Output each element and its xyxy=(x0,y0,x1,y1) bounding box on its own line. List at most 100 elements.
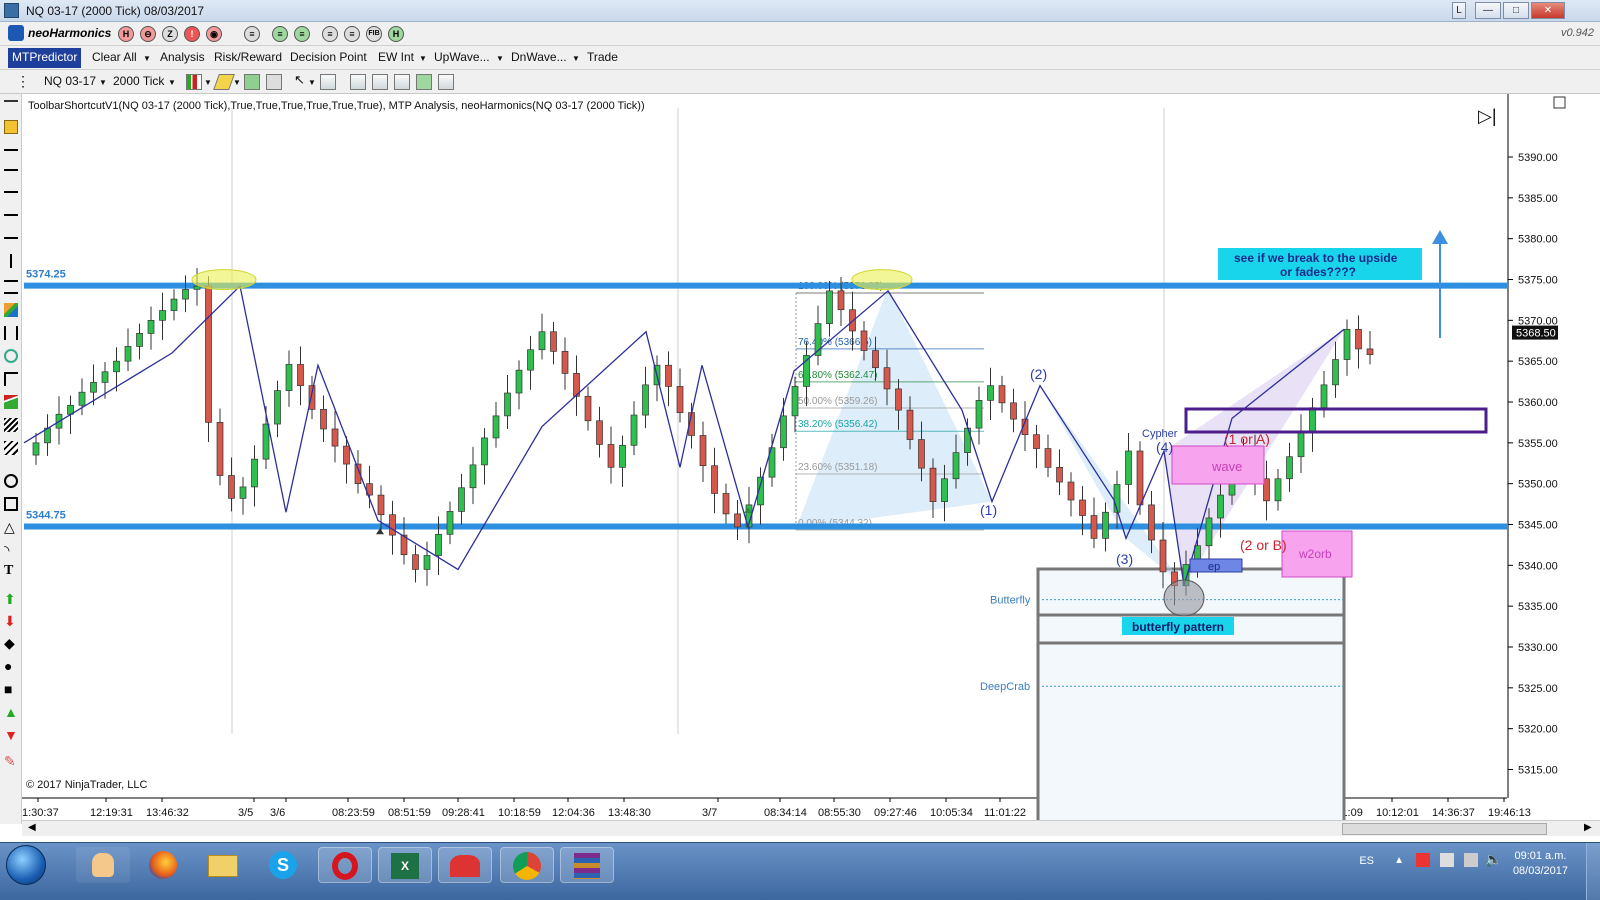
clear-all-dropdown-icon[interactable]: ▼ xyxy=(143,54,151,63)
chrome-icon[interactable] xyxy=(500,847,554,883)
instrument-selector[interactable]: NQ 03-17 xyxy=(44,74,96,88)
link-button[interactable]: L xyxy=(1452,2,1466,19)
tray-display-icon[interactable] xyxy=(1464,853,1478,867)
square-icon[interactable]: ■ xyxy=(4,682,18,696)
clear-all-menu[interactable]: Clear All xyxy=(92,50,137,64)
dnwave-menu[interactable]: DnWave... xyxy=(511,50,567,64)
triangle-up-icon[interactable]: ▲ xyxy=(4,705,18,719)
chart-canvas[interactable]: 5390.00 5385.00 5380.00 5375.00 5370.00 5365.… xyxy=(22,94,1600,824)
line-tool-icon[interactable] xyxy=(4,149,18,163)
scroll-right-icon[interactable]: ▶ xyxy=(1584,822,1592,833)
cursor-icon[interactable]: ↖ xyxy=(294,72,305,88)
indicators-icon[interactable] xyxy=(372,74,388,90)
text-tool-icon[interactable]: T xyxy=(4,564,18,578)
triangle-down-icon[interactable]: ▼ xyxy=(4,728,18,742)
ellipse-icon[interactable] xyxy=(4,474,18,488)
analysis-menu[interactable]: Analysis xyxy=(160,50,205,64)
price-chart[interactable]: 5390.00 5385.00 5380.00 5375.00 5370.00 5365.… xyxy=(22,94,1600,824)
arrow-down-icon[interactable]: ⬇ xyxy=(4,614,18,628)
minimize-button[interactable]: — xyxy=(1475,2,1501,19)
decision-point-menu[interactable]: Decision Point xyxy=(290,50,367,64)
dnwave-dropdown-icon[interactable]: ▼ xyxy=(572,54,580,63)
tool-grid-d-icon[interactable]: ≡ xyxy=(344,26,360,42)
firefox-icon[interactable] xyxy=(136,847,190,883)
tool-camera-icon[interactable]: ◉ xyxy=(206,26,222,42)
hand-app-icon[interactable] xyxy=(76,847,130,883)
trend-channel-icon[interactable] xyxy=(4,441,18,455)
ew-int-menu[interactable]: EW Int xyxy=(378,50,414,64)
ruler-icon[interactable] xyxy=(4,120,18,134)
chart-properties-icon[interactable] xyxy=(1553,96,1566,109)
vertical-line-icon[interactable] xyxy=(10,254,12,268)
diamond-icon[interactable]: ◆ xyxy=(4,636,18,650)
remove-drawings-icon[interactable]: ✎ xyxy=(4,754,18,768)
tool-grid-b-icon[interactable]: ≡ xyxy=(294,26,310,42)
opera-icon[interactable] xyxy=(318,847,372,883)
tool-grid-c-icon[interactable]: ≡ xyxy=(322,26,338,42)
file-explorer-icon[interactable] xyxy=(196,847,250,883)
skype-icon[interactable]: S xyxy=(256,847,310,883)
tool-h2-icon[interactable]: H xyxy=(388,26,404,42)
rectangle-icon[interactable] xyxy=(4,497,18,511)
tray-volume-icon[interactable]: 🔈 xyxy=(1485,851,1502,868)
dollar-icon[interactable] xyxy=(416,74,432,90)
winrar-icon[interactable] xyxy=(560,847,614,883)
trade-menu[interactable]: Trade xyxy=(587,50,618,64)
interval-dropdown-icon[interactable]: ▼ xyxy=(168,78,176,87)
gann-fan-icon[interactable] xyxy=(4,395,18,409)
cursor-dropdown-icon[interactable]: ▼ xyxy=(308,78,316,87)
draw-tool-a-icon[interactable] xyxy=(244,74,260,90)
properties-icon[interactable] xyxy=(350,74,366,90)
horizontal-line-icon[interactable] xyxy=(4,237,18,251)
tool-fib-icon[interactable]: FIB xyxy=(366,26,382,42)
triangle-icon[interactable]: △ xyxy=(4,520,18,534)
scroll-to-end-icon[interactable]: ▷| xyxy=(1478,106,1497,126)
tool-z-icon[interactable]: Z xyxy=(162,26,178,42)
tray-network-icon[interactable] xyxy=(1440,853,1454,867)
tray-flag-icon[interactable] xyxy=(1416,853,1430,867)
tool-grid-a-icon[interactable]: ≡ xyxy=(272,26,288,42)
extended-line-icon[interactable] xyxy=(4,191,18,205)
tray-expand-icon[interactable]: ▲ xyxy=(1394,855,1404,866)
tool-minus-icon[interactable]: ⊖ xyxy=(140,26,156,42)
tool-h-icon[interactable]: H xyxy=(118,26,134,42)
regression-channel-icon[interactable] xyxy=(4,418,18,432)
bar-type-icon[interactable] xyxy=(186,74,202,90)
draw-tool-b-icon[interactable] xyxy=(266,74,282,90)
drawing-dropdown-icon[interactable]: ▼ xyxy=(233,78,241,87)
arc-icon[interactable]: ◝ xyxy=(4,543,18,557)
show-desktop-button[interactable] xyxy=(1586,843,1600,900)
channel-icon[interactable] xyxy=(4,280,18,294)
start-button[interactable] xyxy=(6,845,46,885)
arrow-line-icon[interactable] xyxy=(4,214,18,228)
scroll-thumb[interactable] xyxy=(1342,823,1547,835)
ninjatrader-taskbar-icon[interactable] xyxy=(438,847,492,883)
ray-tool-icon[interactable] xyxy=(4,169,18,183)
interval-selector[interactable]: 2000 Tick xyxy=(113,74,164,88)
tool-pattern-icon[interactable]: ≡ xyxy=(244,26,260,42)
fib-retracement-icon[interactable] xyxy=(4,303,18,317)
scroll-left-icon[interactable]: ◀ xyxy=(28,822,36,833)
maximize-button[interactable]: □ xyxy=(1503,2,1529,19)
andrews-pitchfork-icon[interactable] xyxy=(4,372,18,386)
risk-reward-menu[interactable]: Risk/Reward xyxy=(214,50,282,64)
dot-icon[interactable]: ● xyxy=(4,659,18,673)
zoom-icon[interactable] xyxy=(320,74,336,90)
upwave-menu[interactable]: UpWave... xyxy=(434,50,490,64)
system-clock[interactable]: 09:01 a.m. 08/03/2017 xyxy=(1513,849,1568,879)
data-box-icon[interactable] xyxy=(438,74,454,90)
upwave-dropdown-icon[interactable]: ▼ xyxy=(496,54,504,63)
tool-alert-icon[interactable]: ! xyxy=(184,26,200,42)
chart-scrollbar[interactable]: ◀ ▶ xyxy=(22,820,1600,836)
language-indicator[interactable]: ES xyxy=(1359,855,1374,867)
instrument-dropdown-icon[interactable]: ▼ xyxy=(99,78,107,87)
bar-type-dropdown-icon[interactable]: ▼ xyxy=(204,78,212,87)
arrow-up-icon[interactable]: ⬆ xyxy=(4,592,18,606)
strategies-icon[interactable] xyxy=(394,74,410,90)
close-button[interactable]: ✕ xyxy=(1531,2,1565,19)
ew-int-dropdown-icon[interactable]: ▼ xyxy=(419,54,427,63)
mtpredictor-button[interactable]: MTPredictor xyxy=(8,48,82,68)
fib-time-icon[interactable] xyxy=(4,326,18,340)
fib-circle-icon[interactable] xyxy=(4,349,18,363)
excel-icon[interactable]: X xyxy=(378,847,432,883)
